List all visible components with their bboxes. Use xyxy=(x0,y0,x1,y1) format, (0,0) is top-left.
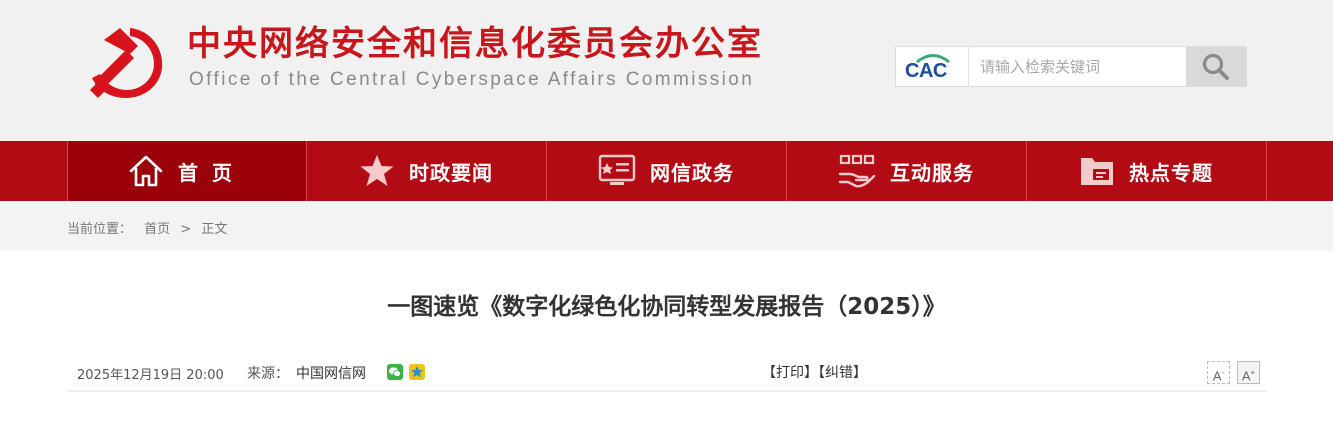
breadcrumb-separator: > xyxy=(180,222,192,237)
font-increase-label: A xyxy=(1241,368,1251,384)
nav-item-hot-topics[interactable]: 热点专题 xyxy=(1026,141,1265,201)
font-decrease-button[interactable]: A- xyxy=(1207,361,1230,384)
star-icon xyxy=(360,155,394,186)
wechat-icon xyxy=(389,367,401,377)
print-button[interactable]: 【打印】 xyxy=(762,365,818,381)
font-increase-button[interactable]: A+ xyxy=(1237,361,1260,384)
main-nav: 首页 时政要闻 网信政务 互动服务 热点专题 xyxy=(0,141,1333,201)
nav-label: 时政要闻 xyxy=(409,160,493,185)
font-decrease-label: A xyxy=(1212,368,1222,384)
nav-item-home[interactable]: 首页 xyxy=(67,141,306,201)
breadcrumb-home-link[interactable]: 首页 xyxy=(144,222,170,237)
qzone-icon xyxy=(411,366,423,378)
nav-label: 首页 xyxy=(178,160,246,185)
meta-divider xyxy=(67,390,1267,392)
nav-item-government-affairs[interactable]: 网信政务 xyxy=(546,141,785,201)
search-button[interactable] xyxy=(1186,47,1246,86)
hands-icon xyxy=(838,154,876,188)
wechat-share-icon[interactable] xyxy=(387,364,403,380)
breadcrumb-current: 正文 xyxy=(201,222,228,237)
publish-date: 2025年12月19日 20:00 xyxy=(77,368,224,383)
search-input[interactable] xyxy=(970,47,1186,86)
site-subtitle: Office of the Central Cyberspace Affairs… xyxy=(189,69,755,90)
search-icon xyxy=(1202,53,1229,80)
nav-divider xyxy=(1266,141,1267,201)
cac-logo: CAC xyxy=(896,47,969,86)
source-name: 中国网信网 xyxy=(296,366,366,382)
article-meta: 2025年12月19日 20:00 来源： 中国网信网 【打印】【纠错】 A- … xyxy=(67,360,1267,390)
qzone-share-icon[interactable] xyxy=(409,364,425,380)
breadcrumb: 当前位置： 首页 > 正文 xyxy=(67,218,227,237)
site-title[interactable]: 中央网络安全和信息化委员会办公室 xyxy=(187,24,763,64)
article-tools: 【打印】【纠错】 xyxy=(762,362,867,382)
nav-item-politics-news[interactable]: 时政要闻 xyxy=(306,141,545,201)
breadcrumb-label: 当前位置： xyxy=(67,222,133,237)
nav-item-interactive-services[interactable]: 互动服务 xyxy=(786,141,1025,201)
report-error-button[interactable]: 【纠错】 xyxy=(818,365,867,381)
nav-label: 网信政务 xyxy=(650,160,734,185)
party-emblem-icon[interactable] xyxy=(86,20,166,100)
nav-label: 互动服务 xyxy=(890,160,974,185)
source-label: 来源： xyxy=(247,366,289,382)
monitor-icon xyxy=(598,154,636,185)
font-decrease-suffix: - xyxy=(1221,368,1225,377)
nav-label: 热点专题 xyxy=(1129,160,1213,185)
home-icon xyxy=(129,155,163,187)
breadcrumb-bar: 当前位置： 首页 > 正文 xyxy=(0,201,1333,251)
site-header: 中央网络安全和信息化委员会办公室 Office of the Central C… xyxy=(0,0,1333,141)
cac-logo-text: CAC xyxy=(905,60,947,82)
search-box: CAC xyxy=(895,46,1247,87)
font-increase-suffix: + xyxy=(1250,368,1256,377)
article-title: 一图速览《数字化绿色化协同转型发展报告（2025）》 xyxy=(387,294,946,320)
folder-icon xyxy=(1081,158,1113,185)
